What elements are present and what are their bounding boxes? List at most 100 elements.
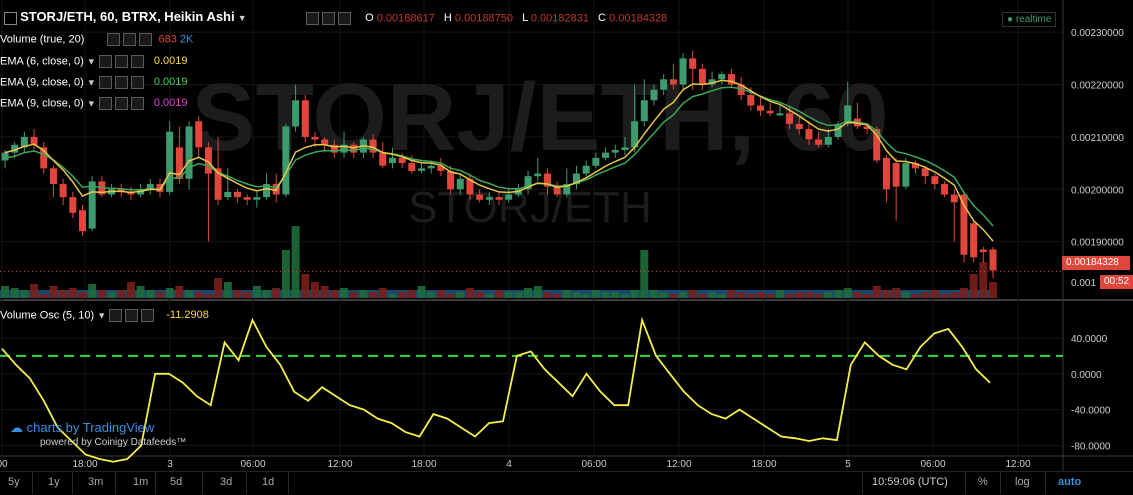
indicator-row-volume[interactable]: Volume (true, 20) 683 2K (0, 33, 193, 46)
toolbar-divider (246, 472, 247, 494)
price-partial-label: 0.001 (1071, 278, 1097, 289)
candle-body (456, 178, 464, 190)
header-ohlc: O 0.00188617 H 0.00188750 L 0.00182831 C… (306, 12, 667, 25)
eye-icon[interactable] (98, 76, 112, 89)
low-label: L (522, 12, 528, 25)
close-icon[interactable] (130, 76, 144, 89)
volume-bar (659, 292, 668, 298)
volume-bar (669, 294, 678, 298)
candle-body (786, 113, 794, 124)
volume-bar (320, 286, 329, 298)
indicator-row-ema6[interactable]: EMA (6, close, 0) ▼ 0.0019 (0, 55, 188, 68)
volume-bar (630, 290, 639, 298)
clock-display[interactable]: 10:59:06 (UTC) (872, 476, 948, 488)
chevron-down-icon[interactable]: ▼ (238, 13, 247, 23)
volume-bar (640, 250, 649, 298)
osc-tick-label: 40.0000 (1071, 334, 1108, 345)
eye-icon[interactable] (109, 309, 123, 322)
indicator-row-ema9b[interactable]: EMA (9, close, 0) ▼ 0.0019 (0, 97, 188, 110)
volume-bar (824, 292, 833, 298)
volume-bar (30, 284, 39, 298)
cloud-icon: ☁ (10, 420, 23, 435)
realtime-label: realtime (1015, 14, 1052, 25)
gear-icon[interactable] (123, 33, 137, 46)
candle-body (427, 165, 435, 169)
tradingview-logo[interactable]: ☁ charts by TradingView (10, 420, 154, 436)
eye-icon[interactable] (98, 97, 112, 110)
candle-body (88, 181, 96, 229)
candle-body (233, 191, 241, 198)
eye-icon[interactable] (107, 33, 121, 46)
candle-body (408, 163, 416, 171)
toolbar-divider (1000, 472, 1001, 494)
auto-toggle[interactable]: auto (1058, 476, 1081, 488)
chevron-down-icon[interactable]: ▼ (87, 56, 96, 66)
time-tick-label: 18:00 (411, 459, 436, 470)
chevron-down-icon[interactable]: ▼ (87, 77, 96, 87)
percent-toggle[interactable]: % (978, 476, 988, 488)
osc-tick-label: -40.0000 (1071, 406, 1111, 417)
volume-bar (301, 274, 310, 298)
volume-bar (979, 262, 988, 298)
range-button-3d[interactable]: 3d (220, 476, 232, 488)
time-tick-label: 3 (167, 459, 173, 470)
candle-body (311, 136, 319, 140)
indicator-label: Volume (true, 20) (0, 33, 85, 46)
volume-bar (185, 290, 194, 298)
range-button-1m[interactable]: 1m (133, 476, 148, 488)
volume-bar (194, 292, 203, 298)
chevron-down-icon[interactable]: ▼ (87, 98, 96, 108)
close-icon[interactable] (338, 12, 351, 25)
gear-icon[interactable] (114, 55, 128, 68)
collapse-icon[interactable] (4, 11, 17, 25)
candle-body (321, 139, 329, 145)
volume-bar (746, 294, 755, 298)
eye-icon[interactable] (98, 55, 112, 68)
close-icon[interactable] (141, 309, 155, 322)
candle-body (582, 165, 590, 174)
high-value: 0.00188750 (454, 12, 514, 25)
gear-icon[interactable] (322, 12, 335, 25)
realtime-badge[interactable]: ● realtime (1002, 12, 1057, 27)
eye-icon[interactable] (306, 12, 319, 25)
symbol-title[interactable]: STORJ/ETH, 60, BTRX, Heikin Ashi (20, 9, 235, 24)
candle-body (611, 150, 619, 153)
close-icon[interactable] (130, 97, 144, 110)
osc-legend[interactable]: Volume Osc (5, 10) ▼ -11.2908 (0, 309, 209, 322)
volume-bar (533, 286, 542, 298)
volume-bar (252, 286, 261, 298)
gear-icon[interactable] (114, 76, 128, 89)
volume-bar (436, 290, 445, 298)
toolbar-divider (288, 472, 289, 494)
volume-bar (223, 282, 232, 298)
range-button-5d[interactable]: 5d (170, 476, 182, 488)
log-toggle[interactable]: log (1015, 476, 1030, 488)
volume-bar (679, 292, 688, 298)
range-button-1y[interactable]: 1y (48, 476, 60, 488)
candle-body (224, 191, 232, 198)
candle-body (640, 100, 648, 122)
volume-bar (136, 286, 145, 298)
time-tick-label: 12:00 (1005, 459, 1030, 470)
candle-body (78, 210, 86, 232)
time-tick-label: 12:00 (666, 459, 691, 470)
toolbar-divider (1045, 472, 1046, 494)
candle-body (534, 173, 542, 177)
gear-icon[interactable] (125, 309, 139, 322)
range-button-3m[interactable]: 3m (88, 476, 103, 488)
gear-icon[interactable] (114, 97, 128, 110)
close-icon[interactable] (139, 33, 153, 46)
indicator-row-ema9a[interactable]: EMA (9, close, 0) ▼ 0.0019 (0, 76, 188, 89)
candle-body (931, 176, 939, 185)
volume-bar (756, 292, 765, 298)
toolbar-divider (32, 472, 33, 494)
chevron-down-icon[interactable]: ▼ (97, 310, 106, 320)
close-icon[interactable] (130, 55, 144, 68)
candle-body (795, 123, 803, 130)
candle-body (679, 58, 687, 85)
range-button-5y[interactable]: 5y (8, 476, 20, 488)
volume-bar (107, 292, 116, 298)
volume-bar (882, 290, 891, 298)
range-button-1d[interactable]: 1d (262, 476, 274, 488)
osc-tick-label: 0.0000 (1071, 370, 1102, 381)
